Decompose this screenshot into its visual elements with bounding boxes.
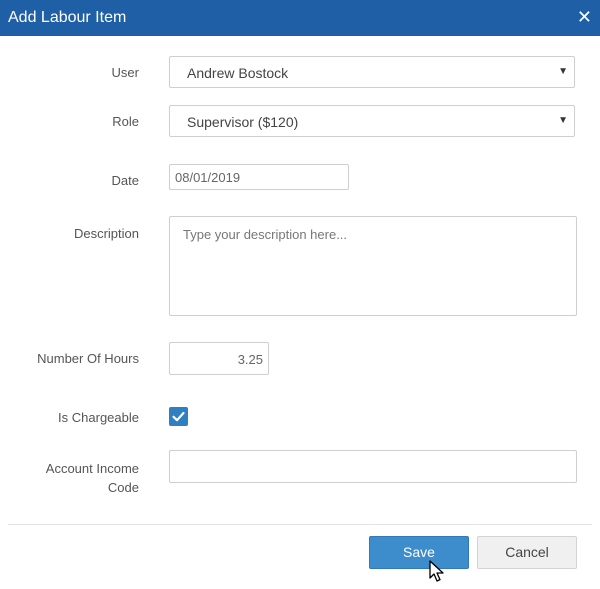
footer-divider [8,524,592,525]
description-label: Description [73,226,139,241]
description-placeholder: Type your description here... [183,227,348,242]
income-code-input[interactable] [169,450,577,483]
cancel-button[interactable]: Cancel [477,536,577,569]
role-select[interactable]: Supervisor ($120) ▼ [169,105,575,137]
caret-down-icon: ▼ [558,115,568,126]
pointer-cursor-icon [429,560,444,582]
user-select[interactable]: Andrew Bostock ▼ [169,56,575,88]
date-input[interactable]: 08/01/2019 [169,164,349,190]
check-icon [172,411,185,422]
close-icon[interactable]: ✕ [577,8,592,26]
income-code-label-line2: Code [107,480,139,495]
role-label: Role [112,114,139,129]
hours-label: Number Of Hours [37,351,139,366]
income-code-label-line1: Account Income [45,461,139,476]
date-label: Date [111,173,139,188]
caret-down-icon: ▼ [558,66,568,77]
date-input-value: 08/01/2019 [175,170,241,185]
hours-input-value: 3.25 [237,352,263,367]
save-button[interactable]: Save [369,536,469,569]
income-code-label: Account Income Code [9,459,139,497]
hours-input[interactable]: 3.25 [169,342,269,375]
chargeable-label: Is Chargeable [58,410,139,425]
user-label: User [111,65,139,80]
dialog-title: Add Labour Item [8,9,127,26]
chargeable-checkbox[interactable] [169,407,188,426]
dialog-titlebar: Add Labour Item ✕ [0,0,600,36]
description-textarea[interactable]: Type your description here... [169,216,577,316]
role-select-value: Supervisor ($120) [187,114,299,130]
user-select-value: Andrew Bostock [187,65,289,81]
